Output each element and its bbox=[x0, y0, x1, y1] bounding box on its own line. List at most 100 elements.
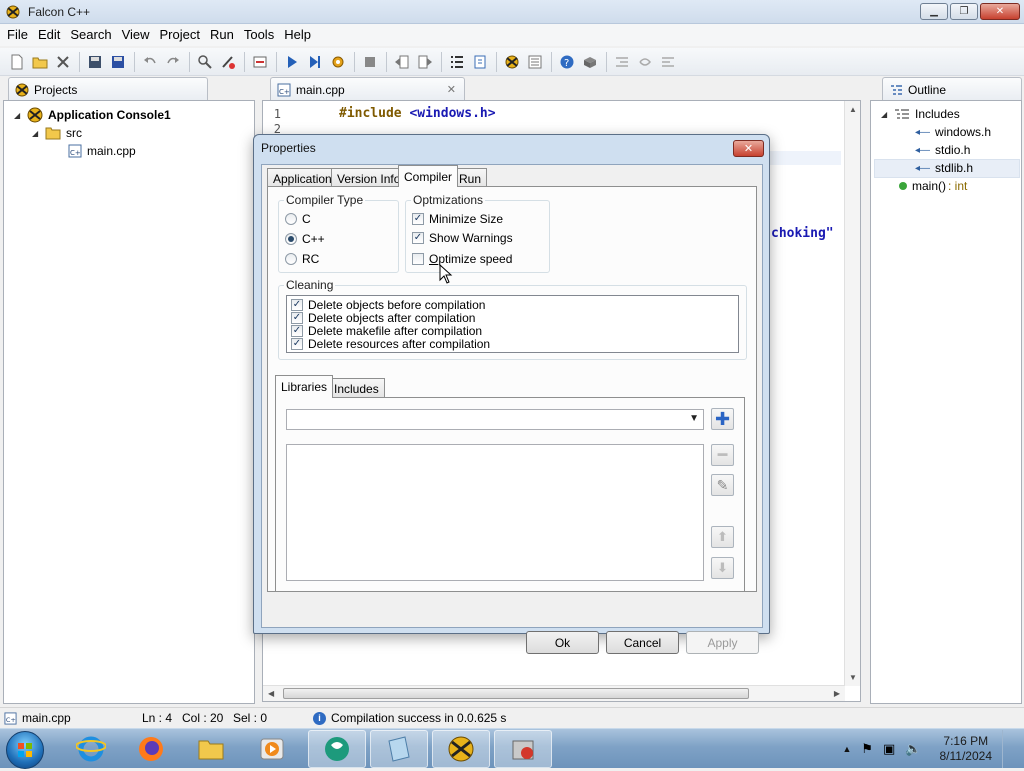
redo-icon[interactable] bbox=[162, 51, 184, 73]
start-button[interactable] bbox=[6, 731, 44, 769]
tab-run[interactable]: Run bbox=[453, 168, 488, 188]
close-icon[interactable] bbox=[52, 51, 74, 73]
close-window-button[interactable]: ✕ bbox=[980, 3, 1020, 20]
new-file-icon[interactable] bbox=[6, 51, 28, 73]
run-icon[interactable] bbox=[281, 51, 303, 73]
radio-c[interactable]: C bbox=[285, 212, 311, 226]
collapse-icon[interactable] bbox=[249, 51, 271, 73]
properties-icon[interactable] bbox=[524, 51, 546, 73]
projects-tab[interactable]: Projects bbox=[8, 77, 208, 101]
editor-tab-main-cpp[interactable]: C+ main.cpp ✕ bbox=[270, 77, 465, 101]
network-icon[interactable]: ▣ bbox=[883, 741, 895, 757]
checkbox-checked[interactable]: ✓ bbox=[291, 338, 303, 350]
scroll-up-icon[interactable]: ▲ bbox=[849, 105, 857, 114]
radio-cpp[interactable]: C++ bbox=[285, 232, 325, 246]
scroll-right-icon[interactable]: ▶ bbox=[834, 689, 840, 698]
taskbar-media-player[interactable] bbox=[243, 730, 301, 768]
tab-application[interactable]: Application bbox=[267, 168, 338, 188]
dialog-close-button[interactable]: ✕ bbox=[733, 140, 764, 157]
list-icon[interactable] bbox=[446, 51, 468, 73]
undo-icon[interactable] bbox=[139, 51, 161, 73]
editor-vertical-scrollbar[interactable]: ▲ ▼ bbox=[844, 101, 860, 686]
radio-dot[interactable] bbox=[285, 213, 297, 225]
checkbox-checked[interactable]: ✓ bbox=[412, 213, 424, 225]
scroll-down-icon[interactable]: ▼ bbox=[849, 673, 857, 682]
tab-version-info[interactable]: Version Info bbox=[331, 168, 407, 188]
back-icon[interactable] bbox=[391, 51, 413, 73]
clock[interactable]: 7:16 PM 8/11/2024 bbox=[940, 734, 993, 764]
add-library-button[interactable]: ✚ bbox=[711, 408, 734, 430]
menu-view[interactable]: View bbox=[117, 24, 155, 46]
volume-muted-icon[interactable]: 🔈 bbox=[905, 741, 921, 757]
checkbox-optimize-speed[interactable]: Optimize speed bbox=[412, 252, 512, 266]
editor-horizontal-scrollbar[interactable]: ◀ ▶ bbox=[263, 685, 845, 701]
move-up-button[interactable]: ⬆ bbox=[711, 526, 734, 548]
taskbar-installer[interactable] bbox=[494, 730, 552, 768]
library-list[interactable] bbox=[286, 444, 704, 581]
library-combobox[interactable]: ▼ bbox=[286, 409, 704, 430]
menu-file[interactable]: File bbox=[2, 24, 33, 46]
bookmark-icon[interactable] bbox=[469, 51, 491, 73]
tree-item-project[interactable]: ◢ Application Console1 bbox=[14, 107, 171, 123]
replace-icon[interactable] bbox=[217, 51, 239, 73]
falcon-icon[interactable] bbox=[501, 51, 523, 73]
outline-include-item[interactable]: ◂— stdio.h bbox=[915, 143, 970, 157]
scroll-left-icon[interactable]: ◀ bbox=[268, 689, 274, 698]
open-folder-icon[interactable] bbox=[29, 51, 51, 73]
find-icon[interactable] bbox=[194, 51, 216, 73]
expand-arrow-icon[interactable]: ◢ bbox=[32, 129, 40, 138]
checkbox-checked[interactable]: ✓ bbox=[291, 312, 303, 324]
remove-library-button[interactable]: ━ bbox=[711, 444, 734, 466]
forward-icon[interactable] bbox=[414, 51, 436, 73]
cancel-button[interactable]: Cancel bbox=[606, 631, 679, 654]
wrap-icon[interactable] bbox=[634, 51, 656, 73]
checkbox-delete-objects-after[interactable]: ✓ Delete objects after compilation bbox=[291, 311, 475, 325]
tab-includes[interactable]: Includes bbox=[328, 378, 385, 398]
outline-include-item[interactable]: ◂— windows.h bbox=[915, 125, 991, 139]
step-icon[interactable] bbox=[304, 51, 326, 73]
taskbar-internet-explorer[interactable] bbox=[62, 730, 120, 768]
menu-run[interactable]: Run bbox=[205, 24, 239, 46]
save-all-icon[interactable] bbox=[107, 51, 129, 73]
dropdown-arrow-icon[interactable]: ▼ bbox=[689, 413, 699, 424]
expand-arrow-icon[interactable]: ◢ bbox=[14, 111, 22, 120]
apply-button[interactable]: Apply bbox=[686, 631, 759, 654]
taskbar-app-green[interactable] bbox=[308, 730, 366, 768]
unindent-icon[interactable] bbox=[657, 51, 679, 73]
taskbar-firefox[interactable] bbox=[122, 730, 180, 768]
outline-function-main[interactable]: main() : int bbox=[899, 179, 967, 193]
maximize-button[interactable]: ❐ bbox=[950, 3, 978, 20]
menu-search[interactable]: Search bbox=[65, 24, 116, 46]
radio-rc[interactable]: RC bbox=[285, 252, 319, 266]
taskbar-explorer[interactable] bbox=[182, 730, 240, 768]
outline-include-item-selected[interactable]: ◂— stdlib.h bbox=[915, 161, 973, 175]
menu-tools[interactable]: Tools bbox=[239, 24, 279, 46]
action-center-flag-icon[interactable]: ⚑ bbox=[861, 741, 873, 757]
checkbox-minimize-size[interactable]: ✓ Minimize Size bbox=[412, 212, 503, 226]
stop-icon[interactable] bbox=[359, 51, 381, 73]
checkbox-show-warnings[interactable]: ✓ Show Warnings bbox=[412, 231, 513, 245]
edit-library-button[interactable]: ✎ bbox=[711, 474, 734, 496]
outline-includes[interactable]: ◢ Includes bbox=[881, 107, 960, 121]
checkbox-unchecked[interactable] bbox=[412, 253, 424, 265]
tab-compiler[interactable]: Compiler bbox=[398, 165, 459, 187]
checkbox-delete-makefile[interactable]: ✓ Delete makefile after compilation bbox=[291, 324, 482, 338]
package-icon[interactable] bbox=[579, 51, 601, 73]
indent-icon[interactable] bbox=[611, 51, 633, 73]
checkbox-checked[interactable]: ✓ bbox=[291, 325, 303, 337]
save-icon[interactable] bbox=[84, 51, 106, 73]
menu-edit[interactable]: Edit bbox=[33, 24, 65, 46]
move-down-button[interactable]: ⬇ bbox=[711, 557, 734, 579]
show-hidden-icons-icon[interactable]: ▲ bbox=[842, 744, 851, 754]
ok-button[interactable]: Ok bbox=[526, 631, 599, 654]
tree-item-main-cpp[interactable]: C+ main.cpp bbox=[68, 144, 136, 158]
taskbar-notepad[interactable] bbox=[370, 730, 428, 768]
taskbar-falcon[interactable] bbox=[432, 730, 490, 768]
checkbox-checked[interactable]: ✓ bbox=[412, 232, 424, 244]
checkbox-checked[interactable]: ✓ bbox=[291, 299, 303, 311]
minimize-button[interactable]: ▁ bbox=[920, 3, 948, 20]
tab-libraries[interactable]: Libraries bbox=[275, 375, 334, 398]
outline-tab[interactable]: Outline bbox=[882, 77, 1022, 101]
checkbox-delete-resources[interactable]: ✓ Delete resources after compilation bbox=[291, 337, 490, 351]
close-tab-icon[interactable]: ✕ bbox=[447, 83, 456, 96]
